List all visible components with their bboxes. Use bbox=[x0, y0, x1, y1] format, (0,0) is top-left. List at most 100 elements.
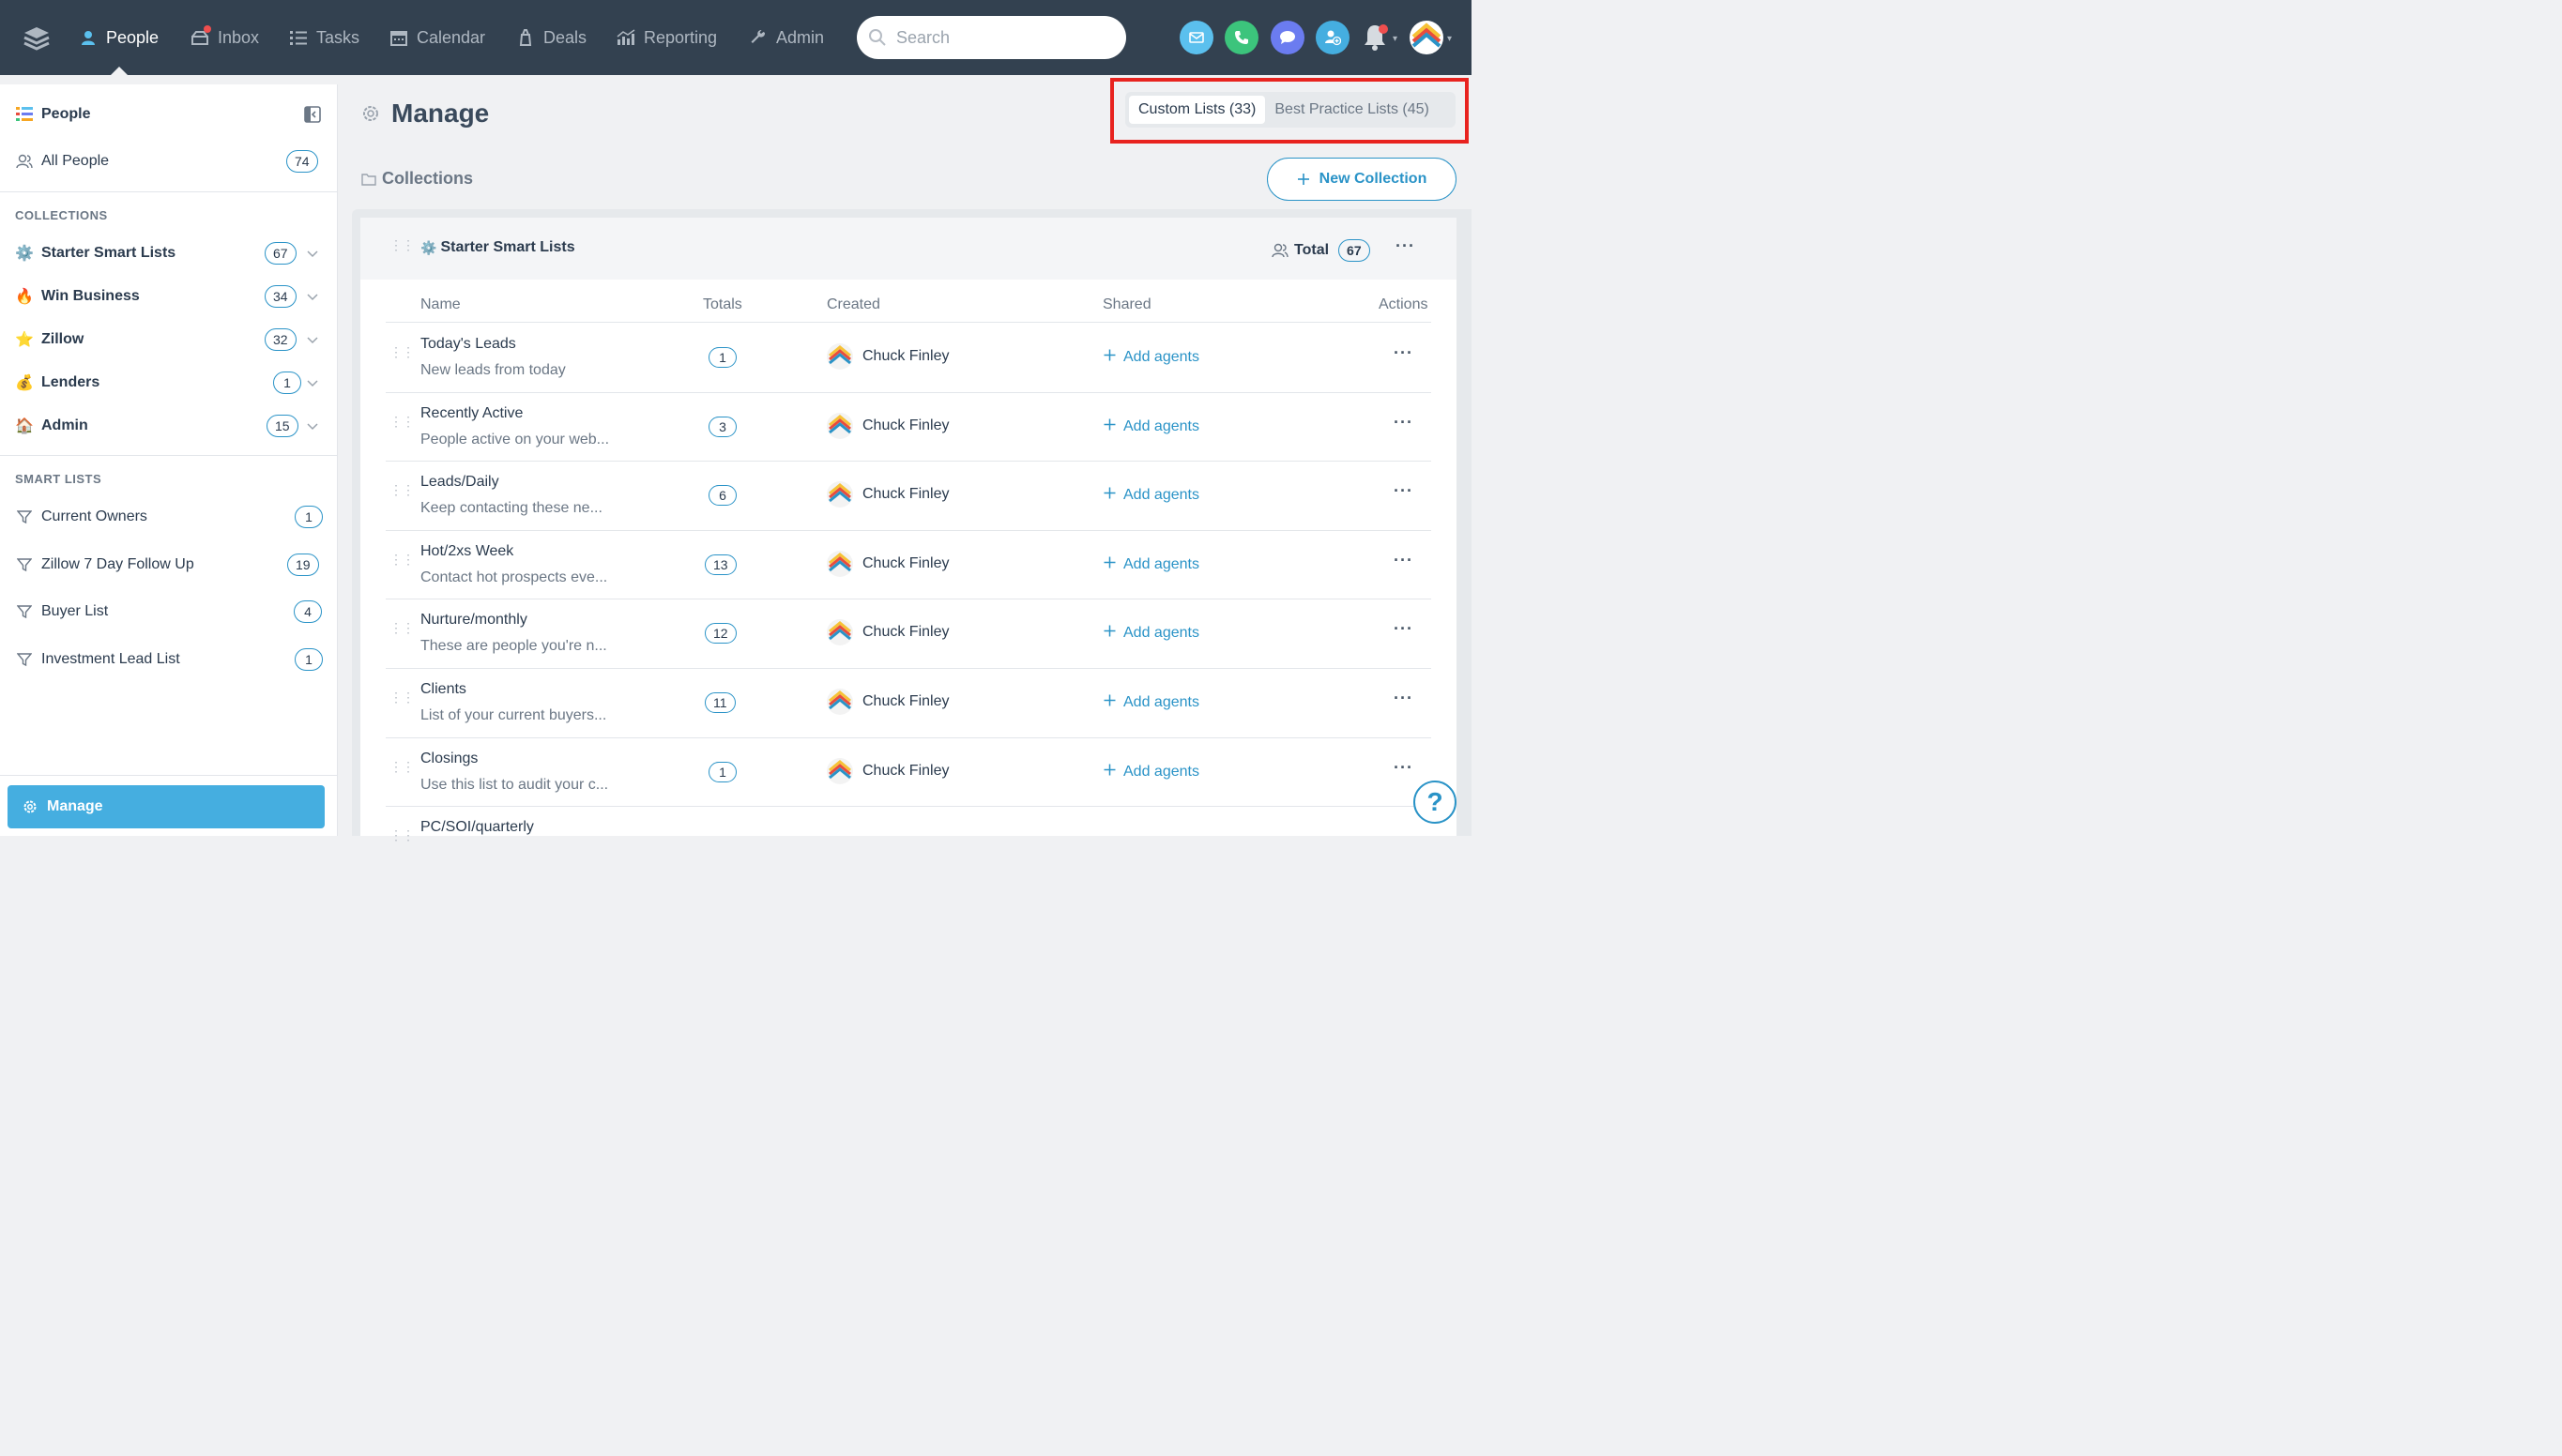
sidebar-item-buyer-list[interactable]: Buyer List 4 bbox=[0, 590, 338, 633]
drag-handle-icon[interactable]: ⋮⋮ bbox=[389, 828, 415, 842]
nav-admin-label: Admin bbox=[776, 27, 825, 47]
chevron-down-icon[interactable] bbox=[306, 247, 319, 260]
nav-inbox-label: Inbox bbox=[218, 27, 260, 47]
drag-handle-icon[interactable]: ⋮⋮ bbox=[389, 345, 415, 358]
list-name[interactable]: Today's Leads bbox=[420, 336, 516, 353]
search-input[interactable] bbox=[896, 27, 1103, 48]
notifications-chevron-down-icon[interactable]: ▾ bbox=[1393, 34, 1397, 44]
list-name[interactable]: Nurture/monthly bbox=[420, 612, 527, 629]
list-total-badge[interactable]: 13 bbox=[705, 554, 737, 575]
nav-inbox[interactable]: Inbox bbox=[191, 0, 259, 75]
list-name[interactable]: Hot/2xs Week bbox=[420, 543, 513, 560]
nav-tasks[interactable]: Tasks bbox=[289, 0, 359, 75]
drag-handle-icon[interactable]: ⋮⋮ bbox=[389, 621, 415, 634]
table-divider bbox=[386, 461, 1431, 463]
drag-handle-icon[interactable]: ⋮⋮ bbox=[389, 415, 415, 428]
tab-best-practice-lists[interactable]: Best Practice Lists (45) bbox=[1265, 96, 1439, 124]
plus-icon bbox=[1104, 487, 1116, 504]
list-total-badge[interactable]: 3 bbox=[709, 416, 737, 437]
nav-people[interactable]: People bbox=[79, 0, 159, 75]
list-description: Use this list to audit your c... bbox=[420, 776, 609, 793]
list-total-badge[interactable]: 11 bbox=[705, 692, 736, 713]
add-person-button[interactable] bbox=[1316, 21, 1350, 54]
tab-custom-lists[interactable]: Custom Lists (33) bbox=[1129, 96, 1266, 124]
search-box[interactable] bbox=[857, 16, 1126, 59]
list-name[interactable]: Leads/Daily bbox=[420, 474, 499, 491]
chevron-down-icon[interactable] bbox=[306, 419, 319, 432]
row-more-options-icon[interactable]: ··· bbox=[1394, 758, 1413, 778]
add-agents-button[interactable]: Add agents bbox=[1104, 764, 1199, 781]
sidebar-item-starter-smart-lists[interactable]: ⚙️ Starter Smart Lists 67 bbox=[0, 232, 338, 275]
gear-emoji-icon: ⚙️ bbox=[420, 239, 437, 255]
add-agents-button[interactable]: Add agents bbox=[1104, 418, 1199, 435]
row-more-options-icon[interactable]: ··· bbox=[1394, 343, 1413, 363]
phone-button[interactable] bbox=[1225, 21, 1258, 54]
collections-label: Collections bbox=[361, 169, 473, 189]
creator-avatar bbox=[827, 412, 853, 439]
column-header-name: Name bbox=[420, 296, 461, 312]
list-total-badge[interactable]: 12 bbox=[705, 623, 737, 645]
help-button[interactable]: ? bbox=[1413, 781, 1456, 824]
app-logo-icon[interactable] bbox=[23, 24, 51, 53]
list-name[interactable]: Clients bbox=[420, 681, 466, 698]
drag-handle-icon[interactable]: ⋮⋮ bbox=[389, 483, 415, 496]
add-agents-button[interactable]: Add agents bbox=[1104, 694, 1199, 711]
collapse-sidebar-icon[interactable] bbox=[303, 105, 322, 124]
nav-deals[interactable]: Deals bbox=[516, 0, 587, 75]
nav-reporting[interactable]: Reporting bbox=[617, 0, 717, 75]
sidebar-item-admin[interactable]: 🏠 Admin 15 bbox=[0, 404, 338, 447]
chat-button[interactable] bbox=[1271, 21, 1304, 54]
nav-calendar-label: Calendar bbox=[417, 27, 486, 47]
sidebar-item-win-business[interactable]: 🔥 Win Business 34 bbox=[0, 275, 338, 318]
drag-handle-icon[interactable]: ⋮⋮ bbox=[389, 553, 415, 566]
collection-title: ⚙️ Starter Smart Lists bbox=[420, 239, 575, 256]
list-name[interactable]: Closings bbox=[420, 751, 478, 767]
chevron-down-icon[interactable] bbox=[306, 376, 319, 389]
drag-handle-icon[interactable]: ⋮⋮ bbox=[389, 690, 415, 704]
add-agents-button[interactable]: Add agents bbox=[1104, 487, 1199, 504]
nav-admin[interactable]: Admin bbox=[749, 0, 824, 75]
people-outline-icon bbox=[1272, 243, 1289, 258]
drag-handle-icon[interactable]: ⋮⋮ bbox=[389, 760, 415, 773]
add-agents-button[interactable]: Add agents bbox=[1104, 556, 1199, 573]
add-agents-button[interactable]: Add agents bbox=[1104, 625, 1199, 642]
plus-icon bbox=[1104, 349, 1116, 366]
sidebar-item-zillow-7-day-follow-up[interactable]: Zillow 7 Day Follow Up 19 bbox=[0, 543, 338, 586]
new-collection-button[interactable]: New Collection bbox=[1267, 158, 1456, 201]
notifications-bell-icon[interactable] bbox=[1361, 22, 1393, 53]
manage-button[interactable]: Manage bbox=[8, 785, 325, 828]
user-menu-chevron-down-icon[interactable]: ▾ bbox=[1447, 34, 1452, 44]
nav-calendar[interactable]: Calendar bbox=[389, 0, 485, 75]
sidebar-item-zillow[interactable]: ⭐ Zillow 32 bbox=[0, 318, 338, 361]
collection-more-options-icon[interactable]: ··· bbox=[1395, 236, 1415, 256]
sidebar-item-all-people[interactable]: All People 74 bbox=[0, 140, 338, 183]
sidebar-item-investment-lead-list[interactable]: Investment Lead List 1 bbox=[0, 638, 338, 681]
drag-handle-icon[interactable]: ⋮⋮ bbox=[389, 238, 415, 251]
user-avatar-logo-icon bbox=[1411, 23, 1441, 48]
sidebar-item-label: Current Owners bbox=[41, 508, 147, 524]
chevron-down-icon[interactable] bbox=[306, 333, 319, 346]
row-more-options-icon[interactable]: ··· bbox=[1394, 481, 1413, 501]
row-more-options-icon[interactable]: ··· bbox=[1394, 413, 1413, 432]
email-button[interactable] bbox=[1180, 21, 1213, 54]
list-creator: Chuck Finley bbox=[827, 757, 949, 784]
list-total-badge[interactable]: 6 bbox=[709, 485, 737, 507]
add-agents-button[interactable]: Add agents bbox=[1104, 349, 1199, 366]
chevron-down-icon[interactable] bbox=[306, 290, 319, 303]
list-total-badge[interactable]: 1 bbox=[709, 761, 737, 782]
sidebar-item-lenders[interactable]: 💰 Lenders 1 bbox=[0, 361, 338, 404]
list-name[interactable]: PC/SOI/quarterly bbox=[420, 819, 534, 836]
table-divider bbox=[386, 806, 1431, 808]
column-header-shared: Shared bbox=[1103, 296, 1151, 312]
page-title: Manage bbox=[391, 99, 490, 128]
row-more-options-icon[interactable]: ··· bbox=[1394, 689, 1413, 708]
count-badge: 4 bbox=[294, 600, 322, 623]
row-more-options-icon[interactable]: ··· bbox=[1394, 619, 1413, 639]
user-avatar[interactable] bbox=[1410, 21, 1443, 54]
folder-icon bbox=[361, 173, 376, 186]
sidebar-item-label: Admin bbox=[41, 417, 88, 433]
list-total-badge[interactable]: 1 bbox=[709, 347, 737, 368]
sidebar-item-current-owners[interactable]: Current Owners 1 bbox=[0, 495, 338, 538]
row-more-options-icon[interactable]: ··· bbox=[1394, 551, 1413, 570]
list-name[interactable]: Recently Active bbox=[420, 405, 523, 422]
